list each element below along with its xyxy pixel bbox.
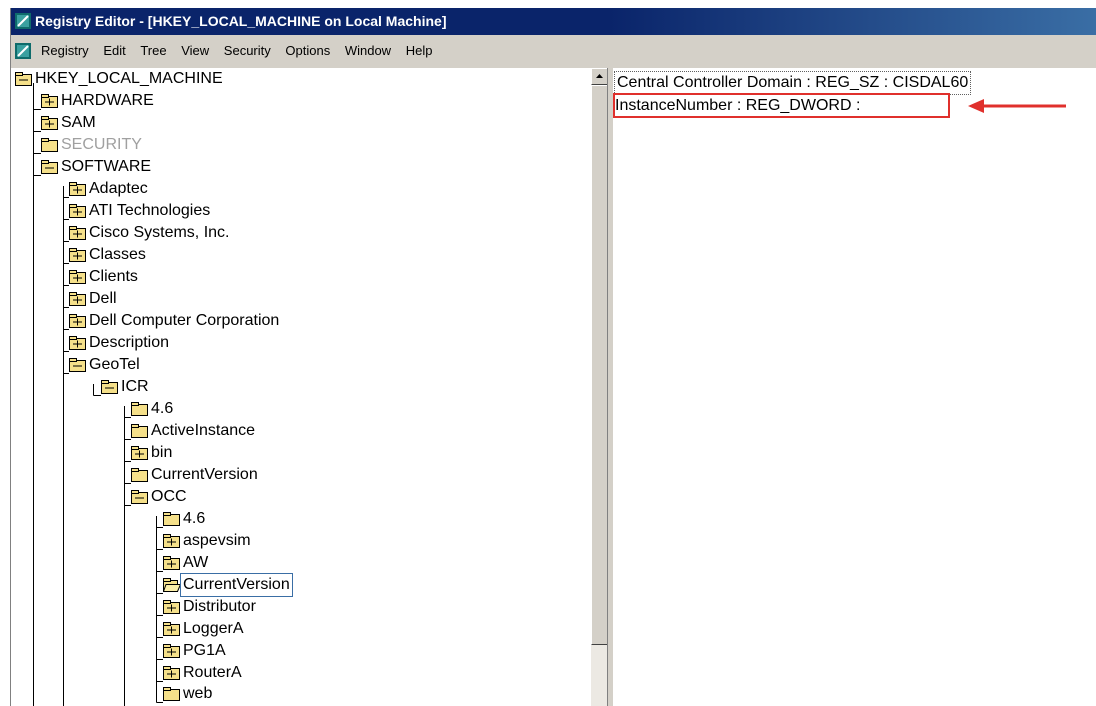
menu-view[interactable]: View [181,36,209,66]
folder-minus-icon [101,380,118,394]
tree-node-label: ATI Technologies [89,202,211,219]
folder-empty-icon [163,687,180,701]
folder-plus-icon [41,116,58,130]
folder-plus-icon [69,248,86,262]
tree-node-label: aspevsim [183,532,251,549]
registry-editor-icon [15,13,31,29]
tree-node-label: Adaptec [89,180,148,197]
tree-node-label: SAM [61,114,96,131]
menu-registry[interactable]: Registry [41,36,89,66]
scroll-thumb[interactable] [591,85,608,645]
tree-node-label: HKEY_LOCAL_MACHINE [35,70,223,87]
tree-node-label: 4.6 [151,400,174,417]
folder-empty-icon [163,512,180,526]
tree-node-label: LoggerA [183,620,244,637]
folder-minus-icon [131,490,148,504]
folder-plus-icon [163,622,180,636]
folder-open-minus-icon [15,72,32,86]
tree-node-label: GeoTel [89,356,140,373]
folder-empty-icon [131,424,148,438]
tree-node-label: Clients [89,268,138,285]
tree-node-label: Dell Computer Corporation [89,312,280,329]
folder-minus-icon [41,160,58,174]
tree-node-label: CurrentVersion [151,466,258,483]
folder-plus-icon [163,534,180,548]
tree-node-label: OCC [151,488,187,505]
menu-security[interactable]: Security [224,36,271,66]
arrow-up-icon [596,74,603,78]
tree-node-label: ICR [121,378,149,395]
folder-plus-icon [69,336,86,350]
title-bar[interactable]: Registry Editor - [HKEY_LOCAL_MACHINE on… [11,8,1096,35]
folder-plus-icon [69,182,86,196]
menu-window[interactable]: Window [345,36,391,66]
folder-plus-icon [69,292,86,306]
menu-help[interactable]: Help [406,36,433,66]
tree-node-label: HARDWARE [61,92,154,109]
folder-plus-icon [69,314,86,328]
tree-node-label: CurrentVersion [180,573,293,597]
tree-node-label: 4.6 [183,510,206,527]
tree-vertical-scrollbar[interactable] [590,68,608,706]
tree-node-label: Cisco Systems, Inc. [89,224,230,241]
folder-opened-icon [163,578,181,592]
menu-edit[interactable]: Edit [103,36,125,66]
folder-plus-icon [163,666,180,680]
values-pane[interactable]: Central Controller Domain : REG_SZ : CIS… [613,68,1096,706]
folder-empty-icon [41,138,58,152]
tree-node-label: Description [89,334,170,351]
scroll-up-button[interactable] [591,68,608,85]
folder-plus-icon [69,270,86,284]
tree-node-label: Classes [89,246,146,263]
folder-plus-icon [131,446,148,460]
folder-minus-icon [69,358,86,372]
folder-plus-icon [163,556,180,570]
menu-options[interactable]: Options [285,36,330,66]
tree-node-label: ActiveInstance [151,422,256,439]
tree-node-label: AW [183,554,209,571]
folder-plus-icon [163,644,180,658]
folder-plus-icon [41,94,58,108]
menu-tree[interactable]: Tree [140,36,166,66]
annotation-highlight-box [613,93,950,118]
value-row-central-controller-domain[interactable]: Central Controller Domain : REG_SZ : CIS… [613,71,972,95]
folder-plus-icon [163,600,180,614]
registry-menu-icon[interactable] [15,43,31,59]
tree-node-label: PG1A [183,642,226,659]
tree-node-label: web [183,685,213,702]
key-tree-pane[interactable]: HKEY_LOCAL_MACHINE HARDWARE SAM SECURITY… [11,68,590,706]
tree-node-label: SOFTWARE [61,158,152,175]
registry-editor-window: Registry Editor - [HKEY_LOCAL_MACHINE on… [10,8,1096,706]
folder-plus-icon [69,226,86,240]
tree-node-label: Distributor [183,598,256,615]
folder-empty-icon [131,402,148,416]
tree-node-label: Dell [89,290,117,307]
tree-node-label: bin [151,444,173,461]
tree-node-label: SECURITY [61,136,142,153]
folder-empty-icon [131,468,148,482]
tree-node-label: RouterA [183,664,242,681]
menu-bar: Registry Edit Tree View Security Options… [11,36,1096,66]
folder-plus-icon [69,204,86,218]
annotation-arrow-icon [968,99,1066,113]
window-title: Registry Editor - [HKEY_LOCAL_MACHINE on… [35,13,447,29]
